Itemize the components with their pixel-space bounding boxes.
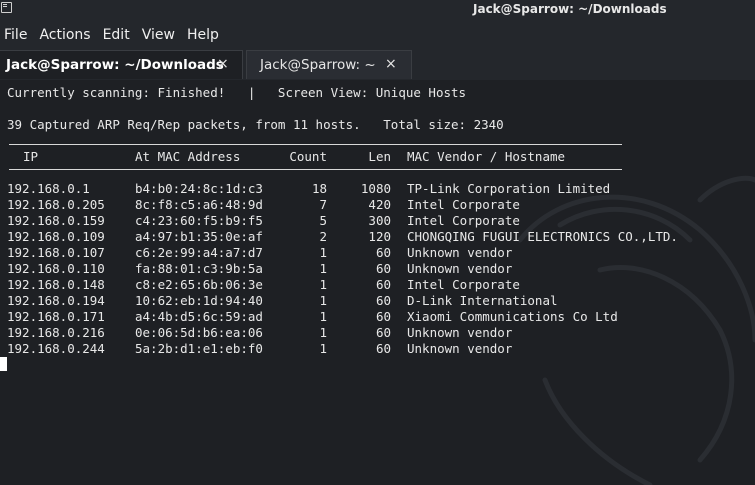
row-count: 1 <box>319 309 327 324</box>
row-len: 120 <box>368 229 391 244</box>
row-vendor: Unknown vendor <box>407 341 513 356</box>
menu-file[interactable]: File <box>0 24 33 48</box>
tab-bar: Jack@Sparrow: ~/Downloads × Jack@Sparrow… <box>0 50 755 80</box>
row-vendor: Intel Corporate <box>407 213 520 228</box>
row-len: 60 <box>375 293 391 308</box>
menu-view[interactable]: View <box>138 24 181 48</box>
row-vendor: D-Link International <box>407 293 558 308</box>
table-row: 192.168.0.110 fa:88:01:c3:9b:5a 1 60 Unknown… <box>7 261 747 277</box>
row-len: 300 <box>368 213 391 228</box>
header-count: Count <box>289 149 327 164</box>
row-vendor: Intel Corporate <box>407 197 520 212</box>
row-count: 1 <box>319 325 327 340</box>
row-mac: 8c:f8:c5:a6:48:9d <box>135 197 263 212</box>
row-count: 2 <box>319 229 327 244</box>
close-icon[interactable]: × <box>385 57 397 71</box>
row-ip: 192.168.0.1 <box>7 181 90 196</box>
close-icon[interactable]: × <box>217 57 229 71</box>
row-mac: a4:4b:d5:6c:59:ad <box>135 309 263 324</box>
tab-downloads[interactable]: Jack@Sparrow: ~/Downloads × <box>0 50 243 79</box>
row-ip: 192.168.0.110 <box>7 261 105 276</box>
terminal-cursor <box>0 357 7 371</box>
row-len: 60 <box>375 277 391 292</box>
row-vendor: Xiaomi Communications Co Ltd <box>407 309 618 324</box>
row-len: 1080 <box>360 181 391 196</box>
row-count: 1 <box>319 341 327 356</box>
table-row: 192.168.0.194 10:62:eb:1d:94:40 1 60 D-Link … <box>7 293 747 309</box>
terminal-output[interactable]: Currently scanning: Finished! | Screen V… <box>0 80 755 485</box>
menu-edit[interactable]: Edit <box>99 24 136 48</box>
terminal-app-icon[interactable] <box>1 2 12 13</box>
row-len: 60 <box>375 341 391 356</box>
header-vendor: MAC Vendor / Hostname <box>407 149 566 164</box>
row-count: 1 <box>319 261 327 276</box>
menu-help[interactable]: Help <box>183 24 225 48</box>
row-count: 7 <box>319 197 327 212</box>
table-row: 192.168.0.109 a4:97:b1:35:0e:af 2 120 CHONGQ… <box>7 229 747 245</box>
row-ip: 192.168.0.194 <box>7 293 105 308</box>
row-len: 60 <box>375 325 391 340</box>
row-len: 420 <box>368 197 391 212</box>
row-vendor: TP-Link Corporation Limited <box>407 181 611 196</box>
row-vendor: CHONGQING FUGUI ELECTRONICS CO.,LTD. <box>407 229 678 244</box>
row-mac: b4:b0:24:8c:1d:c3 <box>135 181 263 196</box>
menu-bar: File Actions Edit View Help <box>0 24 227 48</box>
row-mac: 0e:06:5d:b6:ea:06 <box>135 325 263 340</box>
table-top-rule <box>9 144 622 145</box>
table-row: 192.168.0.159 c4:23:60:f5:b9:f5 5 300 Intel … <box>7 213 747 229</box>
menu-actions[interactable]: Actions <box>35 24 96 48</box>
table-row: 192.168.0.216 0e:06:5d:b6:ea:06 1 60 Unknown… <box>7 325 747 341</box>
row-mac: 10:62:eb:1d:94:40 <box>135 293 263 308</box>
capture-summary-line: 39 Captured ARP Req/Rep packets, from 11… <box>7 117 504 132</box>
row-len: 60 <box>375 261 391 276</box>
row-mac: 5a:2b:d1:e1:eb:f0 <box>135 341 263 356</box>
table-row: 192.168.0.244 5a:2b:d1:e1:eb:f0 1 60 Unknown… <box>7 341 747 357</box>
table-row: 192.168.0.171 a4:4b:d5:6c:59:ad 1 60 Xiaomi … <box>7 309 747 325</box>
row-mac: c6:2e:99:a4:a7:d7 <box>135 245 263 260</box>
row-mac: c8:e2:65:6b:06:3e <box>135 277 263 292</box>
header-mac: At MAC Address <box>135 149 241 164</box>
tab-home[interactable]: Jack@Sparrow: ~ × <box>246 50 412 79</box>
row-len: 60 <box>375 245 391 260</box>
table-header: IP At MAC Address Count Len MAC Vendor /… <box>7 149 747 165</box>
row-ip: 192.168.0.244 <box>7 341 105 356</box>
header-len: Len <box>368 149 391 164</box>
row-count: 18 <box>311 181 327 196</box>
row-vendor: Unknown vendor <box>407 245 513 260</box>
window-title: Jack@Sparrow: ~/Downloads <box>473 2 667 16</box>
header-ip: IP <box>23 149 39 164</box>
row-mac: fa:88:01:c3:9b:5a <box>135 261 263 276</box>
row-count: 1 <box>319 293 327 308</box>
row-len: 60 <box>375 309 391 324</box>
table-row: 192.168.0.1 b4:b0:24:8c:1d:c3 18 1080 TP-Lin… <box>7 181 747 197</box>
row-ip: 192.168.0.148 <box>7 277 105 292</box>
table-header-rule <box>9 169 622 170</box>
scan-status-line: Currently scanning: Finished! | Screen V… <box>7 85 467 100</box>
row-ip: 192.168.0.109 <box>7 229 105 244</box>
row-mac: a4:97:b1:35:0e:af <box>135 229 263 244</box>
row-ip: 192.168.0.205 <box>7 197 105 212</box>
tab-label: Jack@Sparrow: ~ <box>260 57 376 73</box>
table-row: 192.168.0.107 c6:2e:99:a4:a7:d7 1 60 Unknown… <box>7 245 747 261</box>
row-vendor: Intel Corporate <box>407 277 520 292</box>
row-ip: 192.168.0.216 <box>7 325 105 340</box>
row-count: 1 <box>319 245 327 260</box>
row-ip: 192.168.0.107 <box>7 245 105 260</box>
row-count: 5 <box>319 213 327 228</box>
table-row: 192.168.0.205 8c:f8:c5:a6:48:9d 7 420 Intel … <box>7 197 747 213</box>
title-bar: Jack@Sparrow: ~/Downloads <box>0 0 755 20</box>
row-vendor: Unknown vendor <box>407 325 513 340</box>
terminal-window: Jack@Sparrow: ~/Downloads File Actions E… <box>0 0 755 485</box>
row-ip: 192.168.0.159 <box>7 213 105 228</box>
table-row: 192.168.0.148 c8:e2:65:6b:06:3e 1 60 Intel C… <box>7 277 747 293</box>
tab-label: Jack@Sparrow: ~/Downloads <box>6 57 224 73</box>
row-vendor: Unknown vendor <box>407 261 513 276</box>
row-ip: 192.168.0.171 <box>7 309 105 324</box>
row-mac: c4:23:60:f5:b9:f5 <box>135 213 263 228</box>
row-count: 1 <box>319 277 327 292</box>
